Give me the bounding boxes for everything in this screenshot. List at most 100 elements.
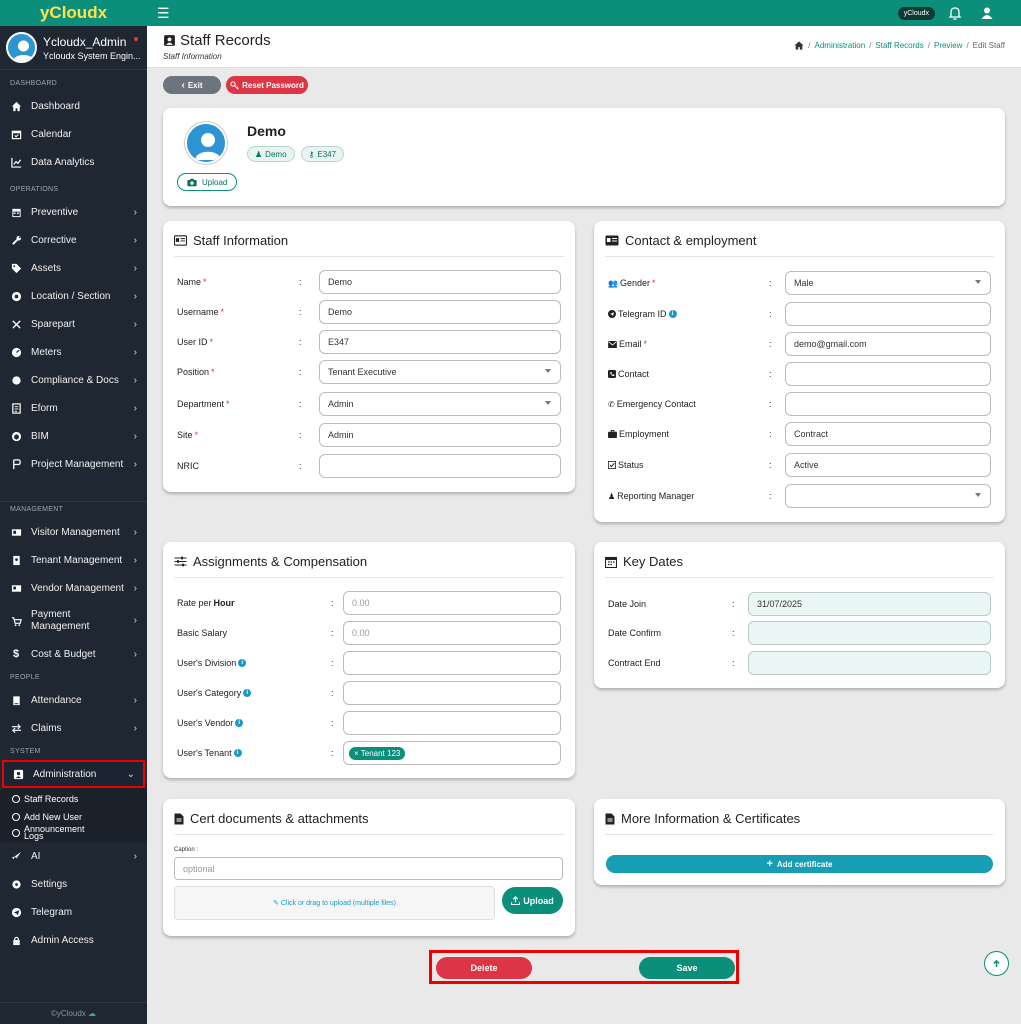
basic-salary-input[interactable]: 0.00 (343, 621, 561, 645)
profile-avatar[interactable] (185, 122, 227, 164)
page-title: Staff Records (180, 32, 271, 49)
status-input[interactable]: Active (785, 453, 991, 477)
sidebar-item-compliance[interactable]: Compliance & Docs › (0, 366, 147, 394)
sidebar-item-label: Eform (31, 402, 58, 414)
telegram-icon (10, 906, 22, 918)
sidebar-item-meters[interactable]: Meters › (0, 338, 147, 366)
calendar-icon (605, 556, 617, 568)
contact-card-icon (605, 235, 619, 246)
sidebar-item-data-analytics[interactable]: Data Analytics (0, 148, 147, 176)
sidebar-item-payment-management[interactable]: Payment Management › (0, 602, 147, 640)
add-certificate-button[interactable]: + Add certificate (606, 855, 993, 873)
department-select[interactable]: Admin (319, 392, 561, 416)
category-input[interactable] (343, 681, 561, 705)
caption-input[interactable]: optional (174, 857, 563, 880)
subnav-staff-records[interactable]: Staff Records (0, 790, 147, 808)
id-card-icon (174, 235, 187, 246)
sidebar-item-project-management[interactable]: Project Management › (0, 450, 147, 478)
position-select[interactable]: Tenant Executive (319, 360, 561, 384)
delete-button[interactable]: Delete (436, 957, 532, 979)
breadcrumb-staff-records[interactable]: Staff Records (875, 41, 923, 50)
username-input[interactable]: Demo (319, 300, 561, 324)
gear-icon (10, 878, 22, 890)
sidebar-item-corrective[interactable]: Corrective › (0, 226, 147, 254)
site-input[interactable]: Admin (319, 423, 561, 447)
save-button[interactable]: Save (639, 957, 735, 979)
brand-logo[interactable]: yCloudx (0, 0, 147, 26)
employment-input[interactable]: Contract (785, 422, 991, 446)
date-confirm-input[interactable] (748, 621, 991, 645)
chevron-right-icon: › (133, 458, 137, 470)
emergency-contact-input[interactable] (785, 392, 991, 416)
exit-button[interactable]: ‹ Exit (163, 76, 221, 94)
home-icon[interactable] (794, 41, 804, 50)
info-icon[interactable]: i (668, 310, 677, 318)
breadcrumb-administration[interactable]: Administration (815, 41, 866, 50)
sidebar-item-claims[interactable]: Claims › (0, 714, 147, 742)
sidebar-item-location[interactable]: Location / Section › (0, 282, 147, 310)
sidebar-item-settings[interactable]: Settings (0, 870, 147, 898)
info-icon[interactable]: i (235, 719, 244, 727)
administration-submenu: Staff Records Add New User Announcement L… (0, 788, 147, 842)
info-icon[interactable]: i (243, 689, 252, 697)
upload-files-button[interactable]: Upload (502, 887, 563, 914)
scroll-to-top-button[interactable] (984, 951, 1009, 976)
user-id-input[interactable]: E347 (319, 330, 561, 354)
key-icon (230, 80, 239, 90)
avatar (6, 32, 37, 63)
info-icon[interactable]: i (233, 749, 242, 757)
sidebar-item-tenant-management[interactable]: Tenant Management › (0, 546, 147, 574)
breadcrumb-preview[interactable]: Preview (934, 41, 962, 50)
gender-select[interactable]: Male (785, 271, 991, 295)
sidebar-item-assets[interactable]: Assets › (0, 254, 147, 282)
sidebar-item-preventive[interactable]: Preventive › (0, 198, 147, 226)
sidebar-item-ai[interactable]: AI › (0, 842, 147, 870)
tag-icon (10, 262, 22, 274)
info-icon[interactable]: i (238, 659, 247, 667)
divider (605, 834, 994, 835)
sidebar-item-attendance[interactable]: Attendance › (0, 686, 147, 714)
upload-photo-button[interactable]: Upload (177, 173, 238, 191)
bell-icon[interactable] (947, 5, 963, 21)
badge-icon (10, 554, 22, 566)
sidebar-item-cost-budget[interactable]: $ Cost & Budget › (0, 640, 147, 668)
division-input[interactable] (343, 651, 561, 675)
rate-per-hour-input[interactable]: 0.00 (343, 591, 561, 615)
hamburger-menu-icon[interactable]: ☰ (157, 6, 170, 20)
required-asterisk: * (643, 339, 648, 349)
sidebar-item-admin-access[interactable]: Admin Access (0, 926, 147, 954)
email-input[interactable]: demo@gmail.com (785, 332, 991, 356)
file-dropzone[interactable]: ✎ Click or drag to upload (multiple file… (174, 886, 495, 920)
contract-end-input[interactable] (748, 651, 991, 675)
phone-square-icon (608, 370, 616, 378)
sidebar-item-telegram[interactable]: Telegram (0, 898, 147, 926)
subnav-announcement-logs[interactable]: Announcement Logs (0, 825, 147, 841)
contact-input[interactable] (785, 362, 991, 386)
user-menu-icon[interactable] (979, 5, 995, 21)
reset-password-label: Reset Password (242, 80, 304, 90)
sidebar-item-administration[interactable]: Administration ⌄ (2, 760, 145, 788)
app-switcher-badge[interactable]: yCloudx (897, 7, 935, 20)
reset-password-button[interactable]: Reset Password (226, 76, 308, 94)
section-system: SYSTEM (10, 748, 41, 755)
vendor-input[interactable] (343, 711, 561, 735)
sidebar-item-dashboard[interactable]: Dashboard (0, 92, 147, 120)
reporting-manager-select[interactable] (785, 484, 991, 508)
sidebar-item-visitor-management[interactable]: Visitor Management › (0, 518, 147, 546)
sidebar-item-bim[interactable]: BIM › (0, 422, 147, 450)
contact-label: Contact (618, 369, 650, 379)
date-join-input[interactable]: 31/07/2025 (748, 592, 991, 616)
sidebar-item-eform[interactable]: Eform › (0, 394, 147, 422)
required-asterisk: * (194, 430, 199, 440)
tenant-multiselect[interactable]: × Tenant 123 (343, 741, 561, 765)
user-icon (195, 133, 221, 160)
sidebar-item-calendar[interactable]: Calendar (0, 120, 147, 148)
sidebar-item-sparepart[interactable]: Sparepart › (0, 310, 147, 338)
sidebar-item-vendor-management[interactable]: Vendor Management › (0, 574, 147, 602)
telegram-id-input[interactable] (785, 302, 991, 326)
tenant-tag[interactable]: × Tenant 123 (349, 746, 406, 760)
sidebar-item-label: Location / Section (31, 290, 111, 302)
user-profile[interactable]: Ycloudx_Admin Ycloudx System Engin... (0, 26, 147, 70)
nric-input[interactable] (319, 454, 561, 478)
name-input[interactable]: Demo (319, 270, 561, 294)
